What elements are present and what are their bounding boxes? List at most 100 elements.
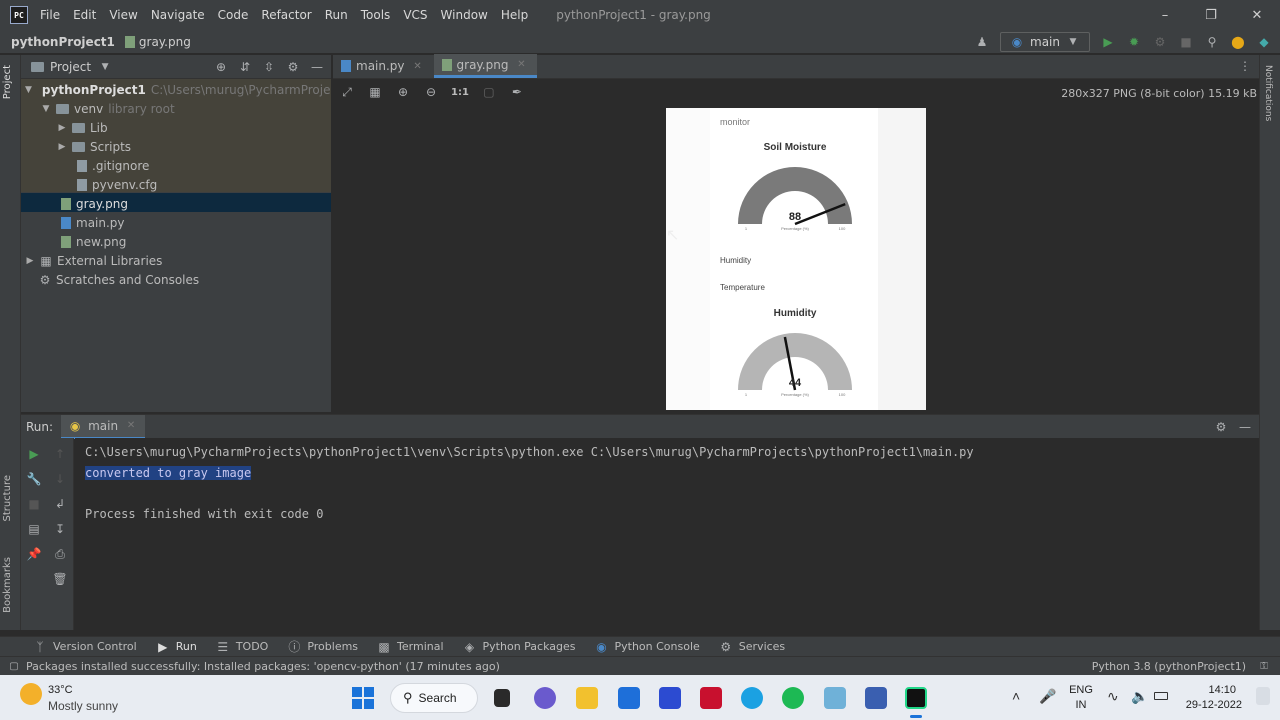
menu-tools[interactable]: Tools [361,8,391,22]
battery-icon[interactable] [1154,692,1168,700]
wifi-icon[interactable]: ∿ [1107,688,1119,705]
search-icon[interactable]: ⚲ [1204,34,1220,50]
tab-terminal[interactable]: ▩ Terminal [376,639,443,655]
tree-scripts[interactable]: ▶ Scripts [57,137,132,156]
actual-size-button[interactable]: 1:1 [451,87,469,98]
tree-new-png[interactable]: new.png [61,232,126,251]
restore-button[interactable]: ❐ [1188,0,1234,30]
zoom-out-icon[interactable]: ⊖ [423,84,439,100]
chevron-down-icon[interactable]: ▼ [25,85,32,95]
tree-external-libraries[interactable]: ▶ ▦ External Libraries [25,251,163,270]
snipping-tool-icon[interactable] [824,687,846,709]
wrench-icon[interactable]: 🔧 [26,471,42,487]
grid-icon[interactable]: ▦ [367,84,383,100]
chevron-right-icon[interactable]: ▶ [57,142,67,152]
network-app-icon[interactable] [865,687,887,709]
tree-root[interactable]: ▼ pythonProject1 C:\Users\murug\PycharmP… [25,80,331,99]
gear-icon[interactable]: ⚙ [285,59,301,75]
tab-problems[interactable]: ⓘ Problems [286,639,358,655]
tab-version-control[interactable]: ᛉ Version Control [32,639,136,655]
coverage-icon[interactable]: ⚙ [1152,34,1168,50]
chevron-right-icon[interactable]: ▶ [57,123,67,133]
status-message[interactable]: Packages installed successfully: Install… [26,660,500,673]
trash-icon[interactable]: 🗑 [52,571,68,587]
spotify-icon[interactable] [782,687,804,709]
clock-date[interactable]: 29-12-2022 [1176,699,1242,711]
hide-panel-icon[interactable]: — [309,59,325,75]
close-tab-icon[interactable]: ✕ [513,57,529,73]
task-view-icon[interactable] [494,689,510,707]
language-region[interactable]: IN [1069,699,1093,711]
user-icon[interactable]: ♟ [974,34,990,50]
close-window-button[interactable]: ✕ [1234,0,1280,30]
tree-gray-png[interactable]: gray.png [61,194,128,213]
project-tool-tab[interactable]: Project [2,65,13,99]
status-window-icon[interactable]: ▢ [6,658,22,674]
tab-main-py[interactable]: main.py ✕ [333,54,434,78]
store-icon[interactable] [618,687,640,709]
stop-icon[interactable]: ■ [1178,34,1194,50]
pin-icon[interactable]: 📌 [26,546,42,562]
run-config-select[interactable]: ◉ main ▼ [1000,32,1090,52]
breadcrumb-project[interactable]: pythonProject1 [11,35,115,49]
interpreter-selector[interactable]: Python 3.8 (pythonProject1) [1092,660,1246,673]
menu-vcs[interactable]: VCS [403,8,427,22]
menu-refactor[interactable]: Refactor [261,8,311,22]
file-explorer-icon[interactable] [576,687,598,709]
expand-all-icon[interactable]: ⇵ [237,59,253,75]
menu-help[interactable]: Help [501,8,528,22]
chevron-up-icon[interactable]: ˄ [1012,688,1020,704]
weather-sun-icon[interactable] [20,683,42,705]
soft-wrap-icon[interactable]: ↲ [52,496,68,512]
microphone-icon[interactable]: 🎤 [1039,688,1056,705]
breadcrumb-file[interactable]: gray.png [139,35,191,49]
close-tab-icon[interactable]: ✕ [410,58,426,74]
notes-app-icon[interactable] [659,687,681,709]
tree-gitignore[interactable]: .gitignore [77,156,149,175]
windows-start-icon[interactable] [352,687,374,709]
tab-todo[interactable]: ☰ TODO [215,639,268,655]
tab-python-packages[interactable]: ◈ Python Packages [462,639,576,655]
run-tab-main[interactable]: ◉ main ✕ [61,414,146,439]
hide-panel-icon[interactable]: — [1237,419,1253,435]
menu-view[interactable]: View [109,8,137,22]
scroll-to-end-icon[interactable]: ↧ [52,521,68,537]
arrow-down-icon[interactable]: ↓ [52,471,68,487]
structure-tool-tab[interactable]: Structure [2,475,13,522]
weather-desc[interactable]: Mostly sunny [48,699,118,713]
language-code[interactable]: ENG [1069,684,1093,696]
menu-code[interactable]: Code [218,8,249,22]
run-console[interactable]: C:\Users\murug\PycharmProjects\pythonPro… [75,438,1259,630]
chevron-down-icon[interactable]: ▼ [41,104,51,114]
tree-lib[interactable]: ▶ Lib [57,118,108,137]
more-tabs-icon[interactable]: ⋮ [1237,58,1253,74]
layout-icon[interactable]: ▤ [26,521,42,537]
menu-file[interactable]: File [40,8,60,22]
pycharm-taskbar-icon[interactable] [905,687,927,709]
tree-pyvenv[interactable]: pyvenv.cfg [77,175,157,194]
volume-icon[interactable]: 🔈 [1131,688,1148,705]
project-panel-title[interactable]: Project [50,60,91,74]
collapse-all-icon[interactable]: ⇳ [261,59,277,75]
run-icon[interactable]: ▶ [1100,34,1116,50]
color-picker-icon[interactable]: ✒ [509,84,525,100]
stop-icon[interactable]: ■ [26,496,42,512]
chevron-down-icon[interactable]: ▼ [97,59,113,75]
tab-python-console[interactable]: ◉ Python Console [593,639,700,655]
fit-zoom-icon[interactable]: ⤢ [339,84,355,100]
tab-services[interactable]: ⚙ Services [718,639,785,655]
clock-time[interactable]: 14:10 [1182,684,1236,696]
tree-venv[interactable]: ▼ venv library root [41,99,175,118]
tree-scratches[interactable]: ⚙ Scratches and Consoles [39,270,200,289]
minimize-button[interactable]: – [1142,0,1188,30]
menu-edit[interactable]: Edit [73,8,96,22]
notification-center-icon[interactable] [1256,687,1270,705]
fit-window-icon[interactable]: ▢ [481,84,497,100]
menu-window[interactable]: Window [441,8,488,22]
debug-icon[interactable]: ✹ [1126,34,1142,50]
tab-run[interactable]: ▶ Run [155,639,197,655]
notifications-tool-tab[interactable]: Notifications [1263,65,1273,121]
rerun-icon[interactable]: ▶ [26,446,42,462]
locate-icon[interactable]: ⊕ [213,59,229,75]
weather-temp[interactable]: 33°C [48,684,73,696]
